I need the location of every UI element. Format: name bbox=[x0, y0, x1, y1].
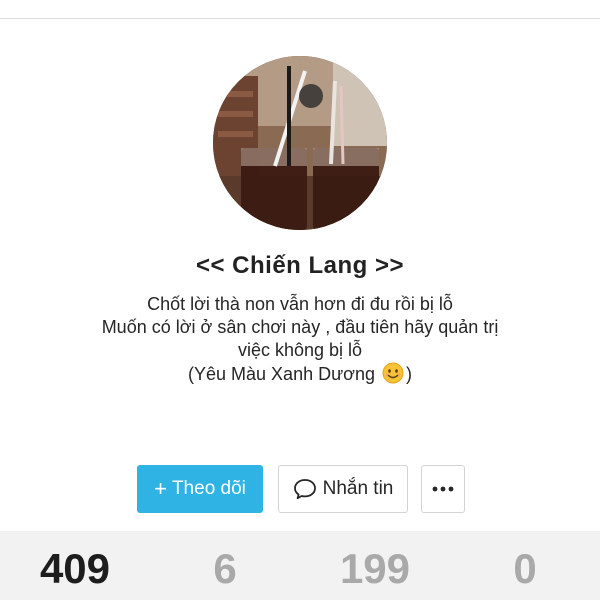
more-options-button[interactable] bbox=[421, 465, 465, 513]
follow-button[interactable]: + Theo dõi bbox=[137, 465, 263, 513]
top-divider bbox=[0, 18, 600, 19]
bio-line: (Yêu Màu Xanh Dương bbox=[188, 364, 375, 384]
speech-bubble-icon bbox=[293, 479, 316, 500]
message-label: Nhắn tin bbox=[322, 478, 394, 499]
stat-value-fourth[interactable]: 0 bbox=[450, 545, 600, 593]
smiling-face-emoji-icon bbox=[382, 362, 404, 384]
display-name: << Chiến Lang >> bbox=[195, 252, 405, 279]
stat-label bbox=[450, 595, 600, 600]
stat-value-third[interactable]: 199 bbox=[300, 545, 450, 593]
follow-label: Theo dõi bbox=[171, 478, 246, 499]
plus-icon: + bbox=[154, 476, 167, 501]
more-dots-icon bbox=[432, 486, 454, 492]
bio-line-with-emoji: (Yêu Màu Xanh Dương ) bbox=[60, 362, 540, 386]
stat-value-second[interactable]: 6 bbox=[150, 545, 300, 593]
stat-label bbox=[150, 595, 300, 600]
bio-line: Muốn có lời ở sân chơi này , đầu tiên hã… bbox=[101, 317, 499, 337]
stat-label bbox=[300, 595, 450, 600]
bio-line: Chốt lời thà non vẫn hơn đi đu rồi bị lỗ bbox=[147, 294, 453, 314]
bio: Chốt lời thà non vẫn hơn đi đu rồi bị lỗ… bbox=[60, 293, 540, 386]
stat-value-first[interactable]: 409 bbox=[0, 545, 150, 593]
stat-label bbox=[0, 595, 150, 600]
profile-photo bbox=[213, 56, 387, 230]
message-button[interactable]: Nhắn tin bbox=[278, 465, 408, 513]
avatar[interactable] bbox=[213, 56, 387, 230]
bio-line: ) bbox=[405, 364, 412, 384]
profile-page: << Chiến Lang >> Chốt lời thà non vẫn hơ… bbox=[0, 0, 600, 600]
stats-bar: 409 6 199 0 bbox=[0, 531, 600, 600]
bio-line: việc không bị lỗ bbox=[237, 340, 363, 360]
